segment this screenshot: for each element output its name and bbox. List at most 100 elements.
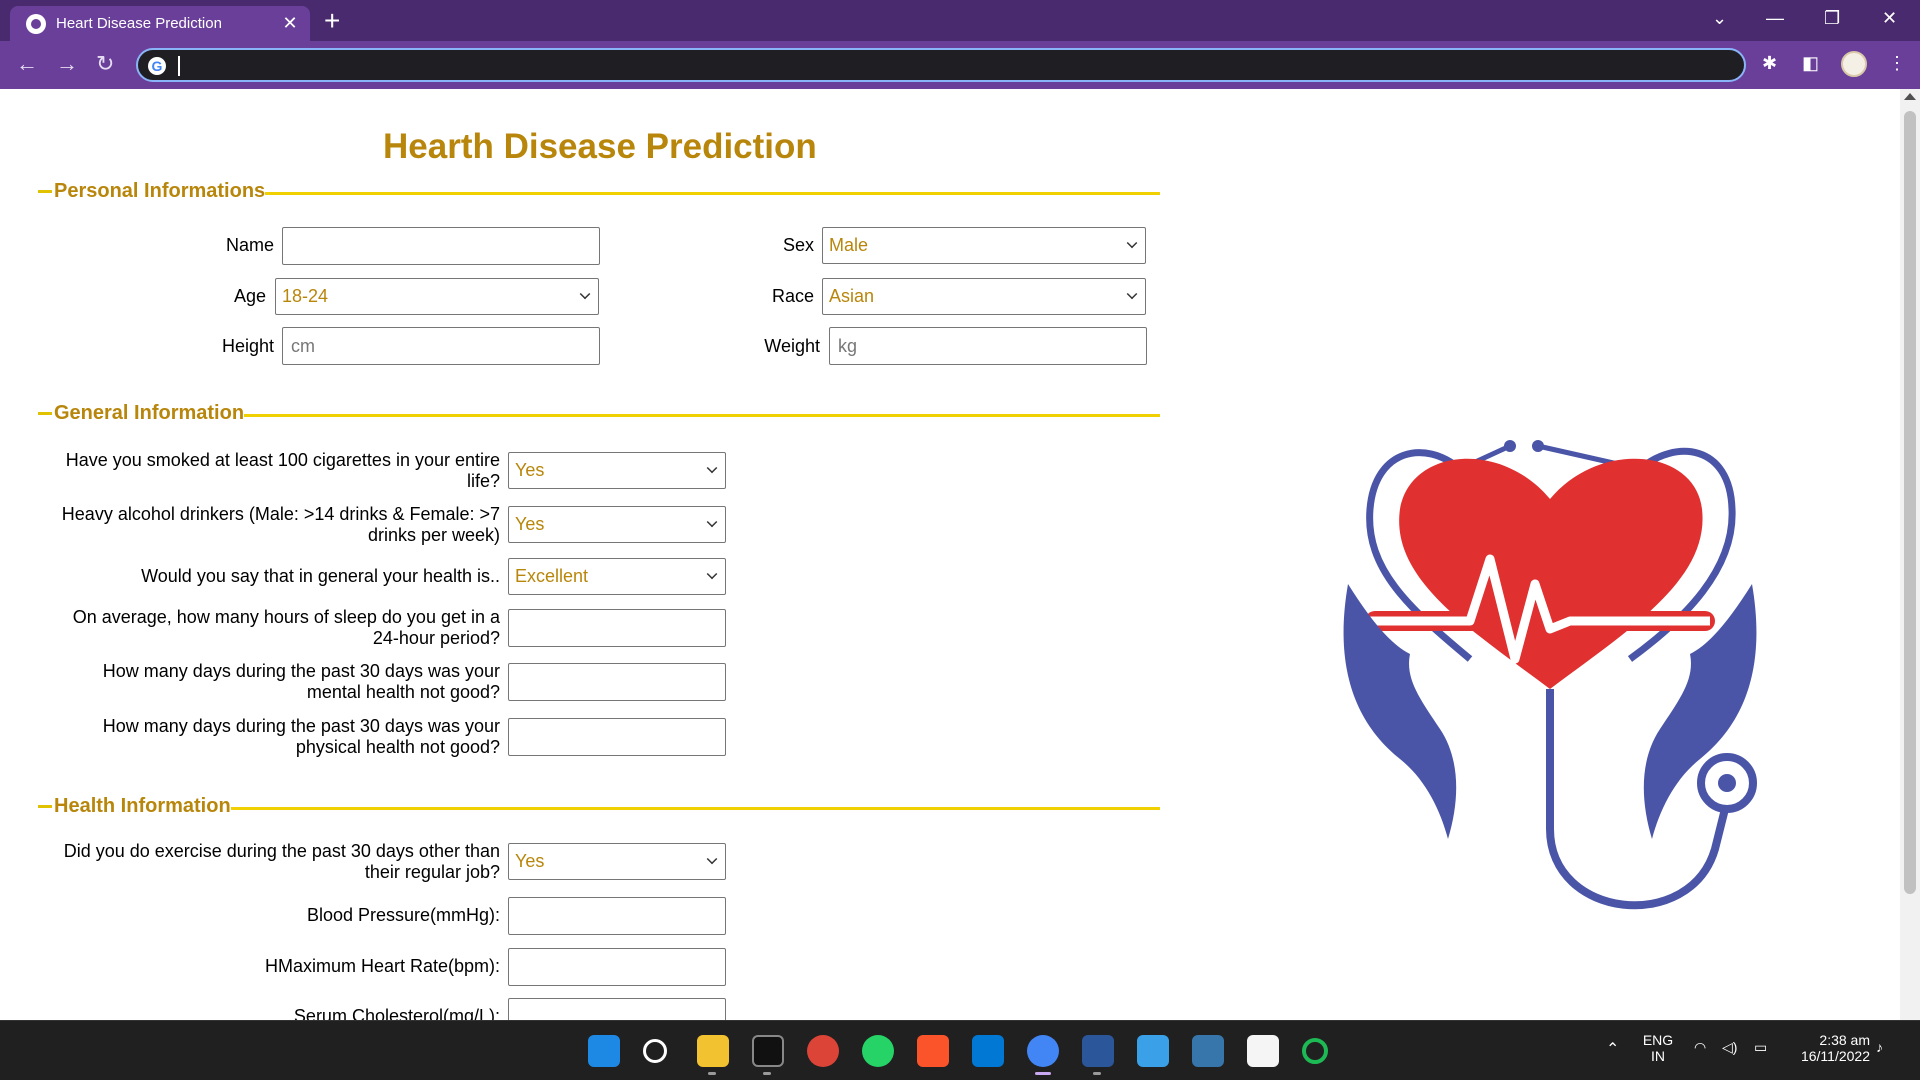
blood-pressure-input[interactable] [508, 897, 726, 935]
terminal-icon[interactable] [752, 1035, 784, 1067]
tray-chevron-up-icon[interactable]: ⌃ [1606, 1039, 1619, 1059]
start-windows-icon[interactable] [588, 1035, 620, 1067]
section-legend-health: Health Information [38, 795, 231, 818]
chrome-active-icon[interactable] [1027, 1035, 1059, 1067]
tab-search-chevron-icon[interactable]: ⌄ [1712, 8, 1727, 29]
sex-select[interactable]: Male [822, 227, 1146, 264]
text-caret [178, 56, 180, 76]
new-tab-button[interactable]: + [324, 5, 340, 37]
max-heart-rate-label: HMaximum Heart Rate(bpm): [264, 956, 500, 976]
profile-avatar[interactable] [1841, 51, 1867, 77]
running-indicator [708, 1072, 716, 1075]
sex-label: Sex [782, 235, 814, 255]
scrollbar-thumb[interactable] [1904, 111, 1916, 894]
close-window-icon[interactable]: ✕ [1882, 8, 1897, 29]
race-select-value: Asian [829, 286, 875, 306]
battery-icon[interactable]: ▭ [1754, 1039, 1767, 1056]
general-health-select[interactable]: Excellent [508, 558, 726, 595]
python-icon[interactable] [1192, 1035, 1224, 1067]
max-heart-rate-input[interactable] [508, 948, 726, 986]
chevron-down-icon [1126, 237, 1138, 249]
section-title-general: General Information [54, 402, 245, 424]
wifi-icon[interactable]: ◠ [1694, 1039, 1706, 1056]
browser-tab-bar: Heart Disease Prediction ✕ + ⌄ — ❐ ✕ [0, 0, 1920, 41]
chevron-down-icon [706, 516, 718, 528]
alcohol-select-value: Yes [515, 514, 545, 534]
loading-app-icon[interactable] [1302, 1038, 1328, 1064]
height-label: Height [221, 336, 274, 356]
chevron-down-icon [706, 462, 718, 474]
section-legend-general: General Information [38, 402, 245, 425]
running-indicator [763, 1072, 771, 1075]
smoking-select[interactable]: Yes [508, 452, 726, 489]
google-icon: G [148, 57, 166, 75]
exercise-label: Did you do exercise during the past 30 d… [63, 841, 500, 882]
word-icon[interactable] [1082, 1035, 1114, 1067]
minimize-icon[interactable]: — [1766, 8, 1784, 29]
chevron-down-icon [1126, 288, 1138, 300]
general-health-label: Would you say that in general your healt… [141, 566, 500, 586]
sex-select-value: Male [829, 235, 869, 255]
notification-bell-icon[interactable]: ♪ [1876, 1039, 1883, 1055]
file-explorer-icon[interactable] [697, 1035, 729, 1067]
whatsapp-icon[interactable] [862, 1035, 894, 1067]
browser-toolbar: ← → ↻ G ✱ ◧ ⋮ [0, 41, 1920, 89]
photos-icon[interactable] [1137, 1035, 1169, 1067]
alcohol-select[interactable]: Yes [508, 506, 726, 543]
height-input[interactable]: cm [282, 327, 600, 365]
back-arrow-icon[interactable]: ← [16, 51, 38, 77]
weight-label: Weight [764, 336, 820, 356]
scroll-up-arrow-icon[interactable] [1904, 93, 1916, 100]
extensions-puzzle-icon[interactable]: ✱ [1762, 53, 1777, 74]
search-icon[interactable] [643, 1039, 667, 1063]
tab-close-icon[interactable]: ✕ [276, 13, 304, 34]
browser-tab[interactable]: Heart Disease Prediction ✕ [10, 6, 310, 41]
alcohol-label: Heavy alcohol drinkers (Male: >14 drinks… [61, 504, 500, 545]
physical-health-days-input[interactable] [508, 718, 726, 756]
age-select-value: 18-24 [282, 286, 329, 306]
section-title-health: Health Information [54, 795, 231, 817]
tab-title: Heart Disease Prediction [56, 15, 222, 32]
stethoscope-chestpiece-center [1718, 774, 1736, 792]
store-icon[interactable] [1247, 1035, 1279, 1067]
sleep-label: On average, how many hours of sleep do y… [72, 607, 500, 648]
section-title-personal: Personal Informations [54, 180, 266, 202]
tab-favicon-icon [26, 13, 46, 34]
smoking-select-value: Yes [515, 460, 545, 480]
language-indicator[interactable]: ENG IN [1638, 1032, 1678, 1064]
chevron-down-icon [706, 853, 718, 865]
cholesterol-input[interactable] [508, 998, 726, 1020]
brave-icon[interactable] [917, 1035, 949, 1067]
heart-shape [1399, 458, 1703, 689]
address-bar[interactable]: G [136, 48, 1746, 82]
page-scrollbar[interactable] [1900, 89, 1920, 1020]
clock[interactable]: 2:38 am 16/11/2022 [1790, 1032, 1870, 1064]
race-label: Race [771, 286, 814, 306]
chrome-icon[interactable] [807, 1035, 839, 1067]
race-select[interactable]: Asian [822, 278, 1146, 315]
reload-icon[interactable]: ↻ [96, 51, 114, 77]
windows-taskbar: ⌃ ENG IN ◠ ◁) ▭ 2:38 am 16/11/2022 ♪ [0, 1020, 1920, 1080]
mental-health-days-input[interactable] [508, 663, 726, 701]
menu-kebab-icon[interactable]: ⋮ [1888, 53, 1906, 74]
forward-arrow-icon[interactable]: → [56, 51, 78, 77]
page-title: Hearth Disease Prediction [383, 127, 817, 166]
heart-stethoscope-logo [1343, 440, 1757, 910]
active-indicator [1035, 1072, 1051, 1075]
restore-icon[interactable]: ❐ [1824, 8, 1840, 29]
age-select[interactable]: 18-24 [275, 278, 599, 315]
general-health-select-value: Excellent [515, 566, 589, 586]
section-legend-personal: Personal Informations [38, 180, 266, 203]
chevron-down-icon [706, 568, 718, 580]
volume-icon[interactable]: ◁) [1722, 1039, 1737, 1056]
name-input[interactable] [282, 227, 600, 265]
vscode-icon[interactable] [972, 1035, 1004, 1067]
weight-input[interactable]: kg [829, 327, 1147, 365]
sleep-hours-input[interactable] [508, 609, 726, 647]
side-panel-icon[interactable]: ◧ [1802, 53, 1819, 74]
cholesterol-label: Serum Cholesterol(mg/L): [293, 1006, 500, 1020]
smoking-label: Have you smoked at least 100 cigarettes … [65, 450, 500, 491]
physical-health-label: How many days during the past 30 days wa… [102, 716, 500, 757]
name-label: Name [225, 235, 274, 255]
exercise-select[interactable]: Yes [508, 843, 726, 880]
